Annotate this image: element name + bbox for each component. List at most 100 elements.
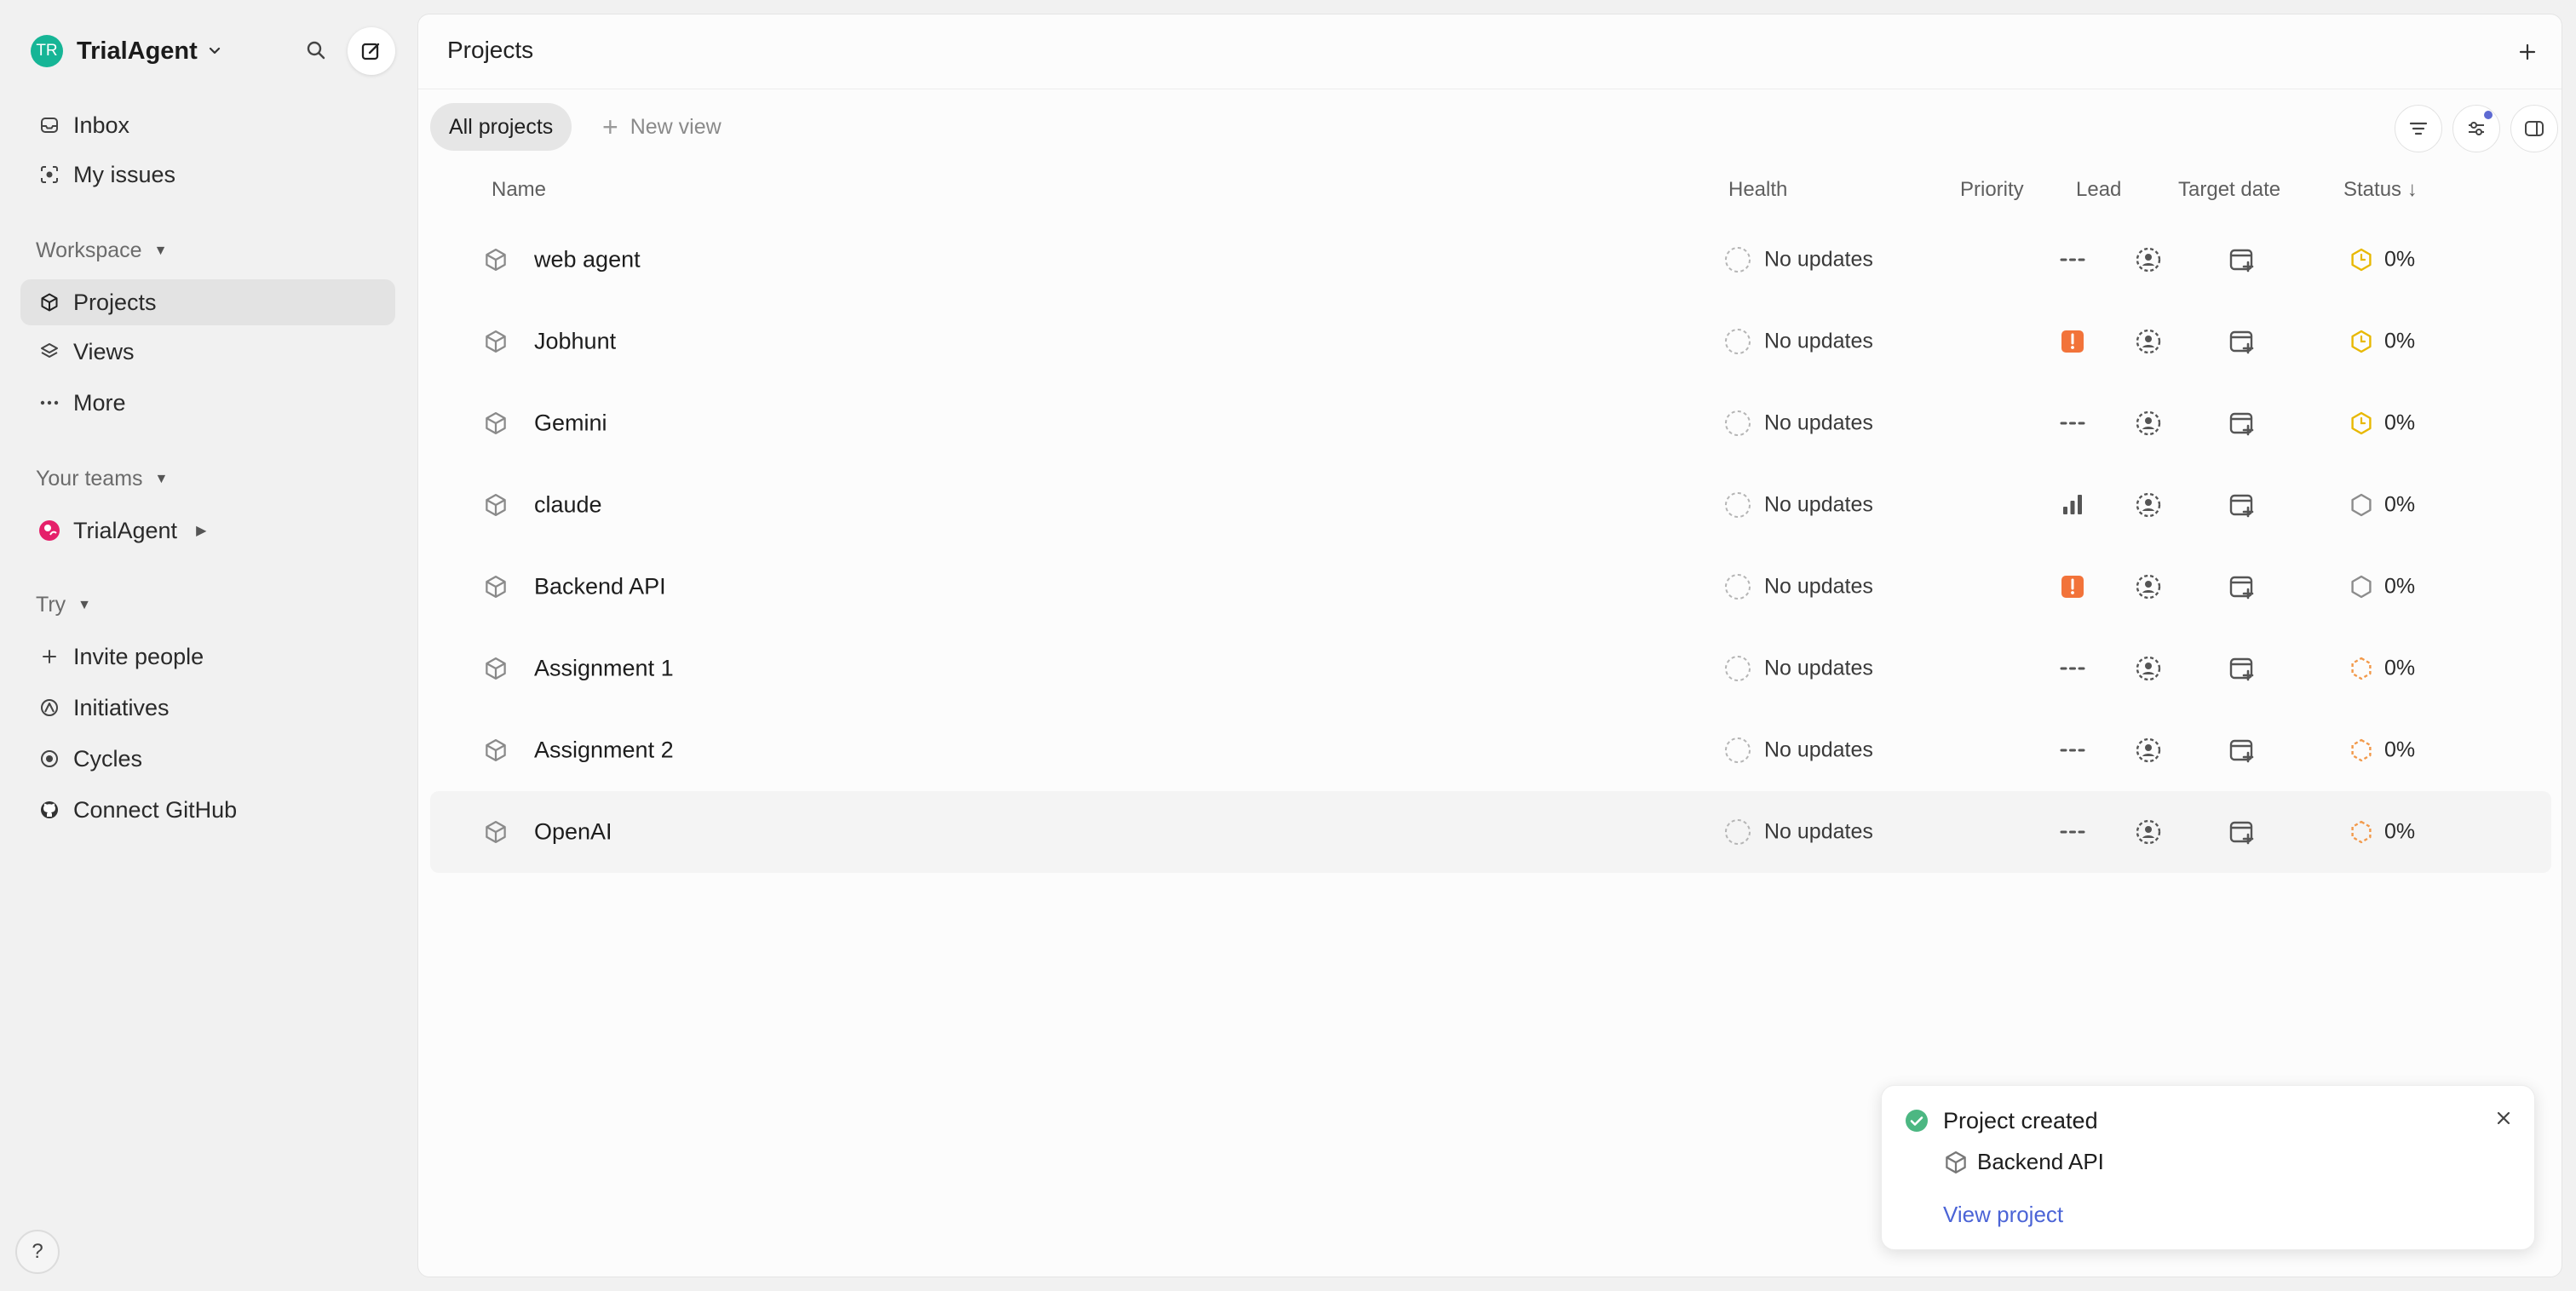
lead-avatar-icon[interactable]	[2134, 572, 2163, 601]
column-health[interactable]: Health	[1728, 178, 1787, 202]
status-progress[interactable]: 0%	[2384, 820, 2415, 845]
sidebar-item-invite-people[interactable]: Invite people	[20, 634, 395, 680]
column-target-date[interactable]: Target date	[2178, 178, 2280, 202]
table-row[interactable]: OpenAI No updates 0%	[430, 791, 2551, 873]
health-label[interactable]: No updates	[1764, 575, 1873, 600]
lead-avatar-icon[interactable]	[2134, 409, 2163, 438]
add-project-icon[interactable]	[2516, 40, 2539, 64]
table-row[interactable]: Backend API No updates 0%	[430, 546, 2551, 628]
calendar-add-icon[interactable]	[2228, 572, 2257, 601]
calendar-add-icon[interactable]	[2228, 818, 2257, 846]
table-row[interactable]: web agent No updates 0%	[430, 219, 2551, 301]
priority-urgent-icon[interactable]	[2059, 573, 2086, 600]
help-button[interactable]: ?	[15, 1230, 60, 1274]
priority-none-icon[interactable]	[2059, 737, 2086, 764]
column-priority[interactable]: Priority	[1960, 178, 2024, 202]
lead-avatar-icon[interactable]	[2134, 818, 2163, 846]
sidebar-item-initiatives[interactable]: Initiatives	[20, 685, 395, 731]
sidebar-item-connect-github[interactable]: Connect GitHub	[20, 787, 395, 833]
health-label[interactable]: No updates	[1764, 411, 1873, 436]
new-issue-button[interactable]	[348, 27, 395, 75]
health-status-icon[interactable]	[1723, 654, 1752, 683]
display-options-button[interactable]	[2452, 105, 2500, 152]
sidebar-item-projects[interactable]: Projects	[20, 279, 395, 325]
try-section-toggle[interactable]: Try ▼	[36, 593, 91, 617]
health-status-icon[interactable]	[1723, 245, 1752, 274]
new-view-button[interactable]: + New view	[602, 103, 722, 151]
health-status-icon[interactable]	[1723, 736, 1752, 765]
project-name[interactable]: Backend API	[534, 574, 666, 600]
status-backlog-icon[interactable]	[2349, 656, 2374, 681]
priority-medium-icon[interactable]	[2059, 491, 2086, 519]
calendar-add-icon[interactable]	[2228, 327, 2257, 356]
workspace-switcher[interactable]: TR TrialAgent	[31, 32, 223, 70]
calendar-add-icon[interactable]	[2228, 409, 2257, 438]
toggle-panel-button[interactable]	[2510, 105, 2558, 152]
column-status[interactable]: Status ↓	[2343, 178, 2418, 202]
project-name[interactable]: claude	[534, 492, 602, 519]
view-project-link[interactable]: View project	[1943, 1202, 2063, 1228]
status-progress[interactable]: 0%	[2384, 411, 2415, 436]
close-icon[interactable]	[2492, 1106, 2516, 1130]
health-status-icon[interactable]	[1723, 572, 1752, 601]
sidebar-item-inbox[interactable]: Inbox	[20, 102, 395, 148]
status-planned-icon[interactable]	[2349, 574, 2374, 600]
table-row[interactable]: Gemini No updates 0%	[430, 382, 2551, 464]
health-status-icon[interactable]	[1723, 327, 1752, 356]
health-status-icon[interactable]	[1723, 409, 1752, 438]
lead-avatar-icon[interactable]	[2134, 736, 2163, 765]
project-name[interactable]: Assignment 2	[534, 737, 674, 764]
project-name[interactable]: web agent	[534, 247, 641, 273]
search-icon[interactable]	[303, 37, 329, 63]
status-backlog-icon[interactable]	[2349, 819, 2374, 845]
priority-urgent-icon[interactable]	[2059, 328, 2086, 355]
health-status-icon[interactable]	[1723, 491, 1752, 519]
calendar-add-icon[interactable]	[2228, 736, 2257, 765]
status-progress[interactable]: 0%	[2384, 738, 2415, 763]
sidebar-item-my-issues[interactable]: My issues	[20, 152, 395, 198]
health-label[interactable]: No updates	[1764, 738, 1873, 763]
project-name[interactable]: Jobhunt	[534, 329, 616, 355]
calendar-add-icon[interactable]	[2228, 245, 2257, 274]
status-progress[interactable]: 0%	[2384, 575, 2415, 600]
table-row[interactable]: Assignment 1 No updates 0%	[430, 628, 2551, 709]
column-name[interactable]: Name	[492, 178, 546, 202]
lead-avatar-icon[interactable]	[2134, 491, 2163, 519]
sidebar-item-more[interactable]: More	[20, 380, 395, 426]
health-label[interactable]: No updates	[1764, 248, 1873, 273]
health-label[interactable]: No updates	[1764, 493, 1873, 518]
priority-none-icon[interactable]	[2059, 818, 2086, 846]
calendar-add-icon[interactable]	[2228, 491, 2257, 519]
priority-none-icon[interactable]	[2059, 246, 2086, 273]
lead-avatar-icon[interactable]	[2134, 245, 2163, 274]
priority-none-icon[interactable]	[2059, 655, 2086, 682]
sidebar-item-team[interactable]: TrialAgent ▶	[20, 508, 395, 554]
priority-none-icon[interactable]	[2059, 410, 2086, 437]
sidebar-item-views[interactable]: Views	[20, 329, 395, 375]
tab-all-projects[interactable]: All projects	[430, 103, 572, 151]
table-row[interactable]: Assignment 2 No updates 0%	[430, 709, 2551, 791]
calendar-add-icon[interactable]	[2228, 654, 2257, 683]
status-in-progress-icon[interactable]	[2349, 410, 2374, 436]
sidebar-item-cycles[interactable]: Cycles	[20, 736, 395, 782]
status-planned-icon[interactable]	[2349, 492, 2374, 518]
table-row[interactable]: claude No updates 0%	[430, 464, 2551, 546]
workspace-section-toggle[interactable]: Workspace ▼	[36, 238, 167, 263]
status-progress[interactable]: 0%	[2384, 657, 2415, 681]
health-label[interactable]: No updates	[1764, 657, 1873, 681]
health-status-icon[interactable]	[1723, 818, 1752, 846]
status-progress[interactable]: 0%	[2384, 248, 2415, 273]
project-name[interactable]: Assignment 1	[534, 656, 674, 682]
status-progress[interactable]: 0%	[2384, 493, 2415, 518]
project-name[interactable]: OpenAI	[534, 819, 612, 846]
teams-section-toggle[interactable]: Your teams ▼	[36, 467, 168, 491]
filter-button[interactable]	[2395, 105, 2442, 152]
status-in-progress-icon[interactable]	[2349, 247, 2374, 273]
lead-avatar-icon[interactable]	[2134, 327, 2163, 356]
status-backlog-icon[interactable]	[2349, 737, 2374, 763]
health-label[interactable]: No updates	[1764, 330, 1873, 354]
status-in-progress-icon[interactable]	[2349, 329, 2374, 354]
health-label[interactable]: No updates	[1764, 820, 1873, 845]
status-progress[interactable]: 0%	[2384, 330, 2415, 354]
column-lead[interactable]: Lead	[2076, 178, 2121, 202]
